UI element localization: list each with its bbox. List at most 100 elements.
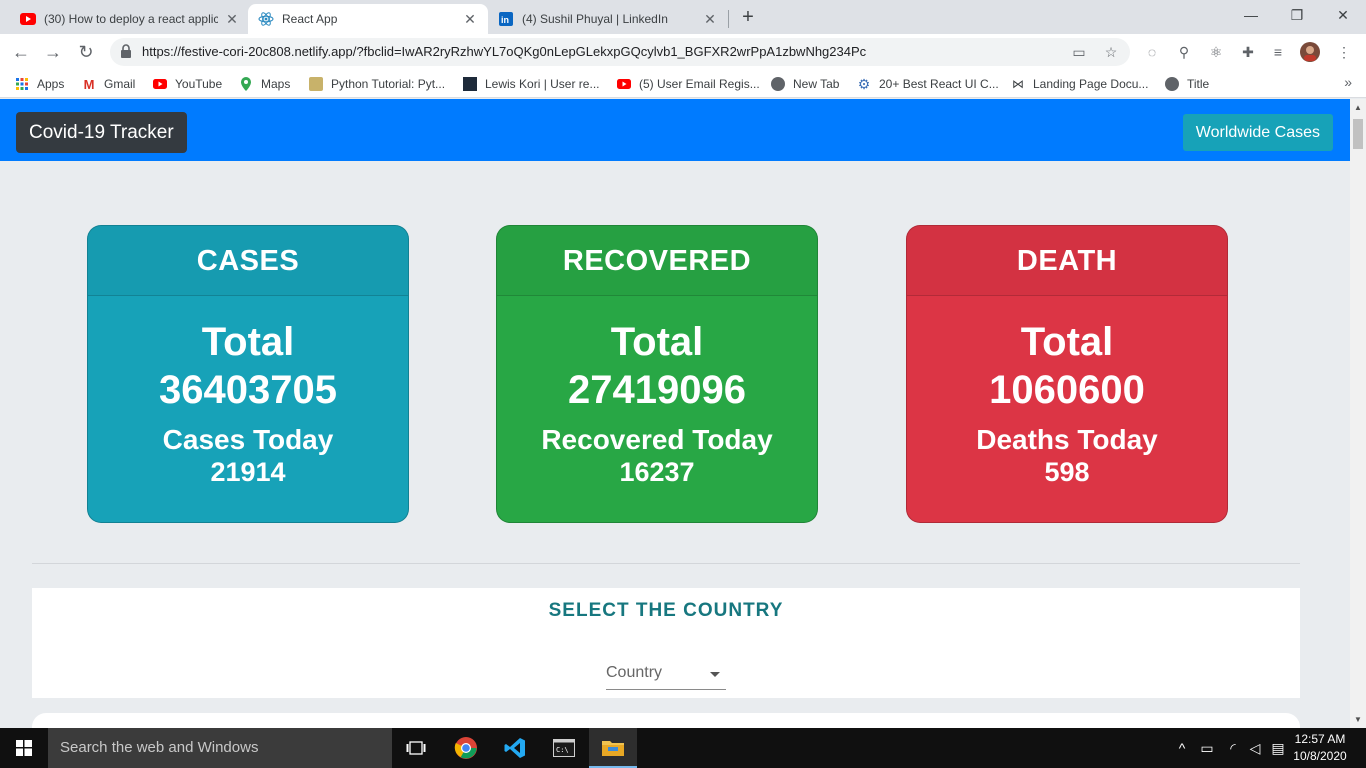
bookmark-label: Lewis Kori | User re...: [485, 77, 600, 91]
avatar[interactable]: [1300, 42, 1320, 62]
bookmark-label: Title: [1187, 77, 1210, 91]
media-control-icon[interactable]: ≡: [1268, 42, 1288, 62]
back-arrow-icon[interactable]: ←: [9, 40, 33, 64]
country-select[interactable]: Country: [606, 662, 726, 690]
star-icon[interactable]: ☆: [1102, 43, 1120, 61]
new-tab-button[interactable]: +: [737, 6, 759, 28]
card-header: CASES: [88, 226, 408, 296]
youtube-icon: [617, 77, 631, 91]
total-value: 36403705: [159, 368, 337, 412]
page-scrollbar[interactable]: ▲ ▼: [1350, 99, 1366, 728]
svg-text:C:\: C:\: [556, 746, 569, 754]
bookmark-react-ui[interactable]: ⚙ 20+ Best React UI C...: [857, 75, 999, 93]
bookmark-label: YouTube: [175, 77, 223, 91]
restore-button[interactable]: ❐: [1274, 0, 1320, 30]
bookmark-python-tutorial[interactable]: Python Tutorial: Pyt...: [309, 75, 445, 93]
total-value: 27419096: [568, 368, 746, 412]
close-window-button[interactable]: ✕: [1320, 0, 1366, 30]
today-value: 21914: [210, 457, 286, 487]
scroll-up-icon[interactable]: ▲: [1354, 103, 1362, 112]
today-label: Recovered Today: [541, 424, 773, 455]
bookmark-maps[interactable]: Maps: [239, 75, 290, 93]
taskbar-search-box[interactable]: Search the web and Windows: [48, 728, 392, 768]
cast-icon[interactable]: ▭: [1070, 43, 1088, 61]
puzzle-icon[interactable]: ✚: [1238, 42, 1258, 62]
system-clock[interactable]: 12:57 AM 10/8/2020: [1290, 731, 1350, 765]
battery-icon[interactable]: ▭: [1196, 728, 1218, 768]
extension-icon[interactable]: ⚲: [1174, 42, 1194, 62]
country-heading: SELECT THE COUNTRY: [548, 600, 784, 621]
bookmark-gmail[interactable]: M Gmail: [82, 75, 136, 93]
page-viewport: Covid-19 Tracker Worldwide Cases CASES T…: [0, 99, 1350, 728]
brand-logo[interactable]: Covid-19 Tracker: [16, 112, 187, 153]
reload-icon[interactable]: ↻: [74, 40, 98, 64]
chevron-more-icon[interactable]: »: [1344, 74, 1352, 90]
gmail-icon: M: [83, 76, 95, 92]
tab-youtube-deploy[interactable]: (30) How to deploy a react applic ✕: [10, 4, 250, 34]
bookmark-new-tab[interactable]: New Tab: [771, 75, 839, 93]
bookmark-landing-page[interactable]: ⋈ Landing Page Docu...: [1011, 75, 1148, 93]
url-text: https://festive-cori-20c808.netlify.app/…: [142, 44, 867, 59]
tab-title: (30) How to deploy a react applic: [44, 12, 218, 26]
globe-icon: [771, 77, 785, 91]
close-icon[interactable]: ✕: [224, 11, 240, 28]
today-label: Cases Today: [162, 424, 334, 455]
tab-react-app[interactable]: React App ✕: [248, 4, 488, 34]
today-label: Deaths Today: [976, 424, 1158, 455]
browser-tabstrip: (30) How to deploy a react applic ✕ Reac…: [0, 0, 1366, 34]
wifi-icon[interactable]: ◜: [1222, 728, 1244, 768]
bookmark-label: Maps: [261, 77, 291, 91]
clock-time: 12:57 AM: [1294, 732, 1346, 746]
youtube-icon: [20, 11, 36, 27]
chevron-up-icon[interactable]: ^: [1172, 728, 1192, 768]
forward-arrow-icon[interactable]: →: [41, 40, 65, 64]
scroll-down-icon[interactable]: ▼: [1354, 715, 1362, 724]
bookmark-youtube[interactable]: YouTube: [153, 75, 222, 93]
today-value: 16237: [619, 457, 695, 487]
apps-grid-icon: [15, 77, 29, 91]
python-icon: [309, 77, 323, 91]
terminal-icon[interactable]: C:\: [540, 728, 588, 768]
bookmark-apps[interactable]: Apps: [15, 75, 64, 93]
file-explorer-icon[interactable]: [589, 728, 637, 768]
minimize-button[interactable]: —: [1228, 0, 1274, 30]
react-devtools-icon[interactable]: ⚛: [1206, 42, 1226, 62]
menu-kebab-icon[interactable]: ⋮: [1334, 42, 1354, 62]
bookmark-label: New Tab: [793, 77, 840, 91]
vscode-icon[interactable]: [491, 728, 539, 768]
chrome-icon[interactable]: [442, 728, 490, 768]
total-label: Total: [1020, 320, 1114, 364]
notification-icon[interactable]: ▤: [1266, 728, 1290, 768]
volume-icon[interactable]: ◁: [1244, 728, 1266, 768]
scrollbar-thumb[interactable]: [1353, 119, 1363, 149]
divider: [32, 563, 1300, 564]
app-navbar: Covid-19 Tracker Worldwide Cases: [0, 99, 1350, 161]
recovered-card: RECOVERED Total 27419096 Recovered Today…: [496, 225, 818, 523]
close-icon[interactable]: ✕: [462, 11, 478, 28]
country-select-value: Country: [606, 664, 663, 681]
address-bar[interactable]: https://festive-cori-20c808.netlify.app/…: [110, 38, 1130, 66]
total-value: 1060600: [989, 368, 1145, 412]
tab-separator: [728, 10, 729, 28]
card-header: RECOVERED: [497, 226, 817, 296]
bookmark-title[interactable]: Title: [1165, 75, 1209, 93]
globe-icon: [1165, 77, 1179, 91]
country-select-panel: SELECT THE COUNTRY Country: [32, 588, 1300, 698]
svg-text:in: in: [501, 15, 509, 25]
bookmark-label: Gmail: [104, 77, 136, 91]
bookmark-user-email[interactable]: (5) User Email Regis...: [617, 75, 760, 93]
react-icon: [258, 11, 274, 27]
content-panel: [32, 713, 1300, 728]
tab-title: React App: [282, 12, 338, 26]
task-view-icon[interactable]: [392, 728, 440, 768]
clock-date: 10/8/2020: [1293, 749, 1347, 763]
windows-start-icon[interactable]: [0, 728, 48, 768]
bookmark-lewis-kori[interactable]: Lewis Kori | User re...: [463, 75, 599, 93]
tab-linkedin[interactable]: in (4) Sushil Phuyal | LinkedIn ✕: [488, 4, 728, 34]
bookmark-label: Python Tutorial: Pyt...: [331, 77, 446, 91]
caret-down-icon: [710, 672, 720, 677]
worldwide-cases-button[interactable]: Worldwide Cases: [1182, 114, 1333, 151]
close-icon[interactable]: ✕: [702, 11, 718, 28]
card-header: DEATH: [907, 226, 1227, 296]
extension-icon[interactable]: ◌: [1142, 42, 1162, 62]
